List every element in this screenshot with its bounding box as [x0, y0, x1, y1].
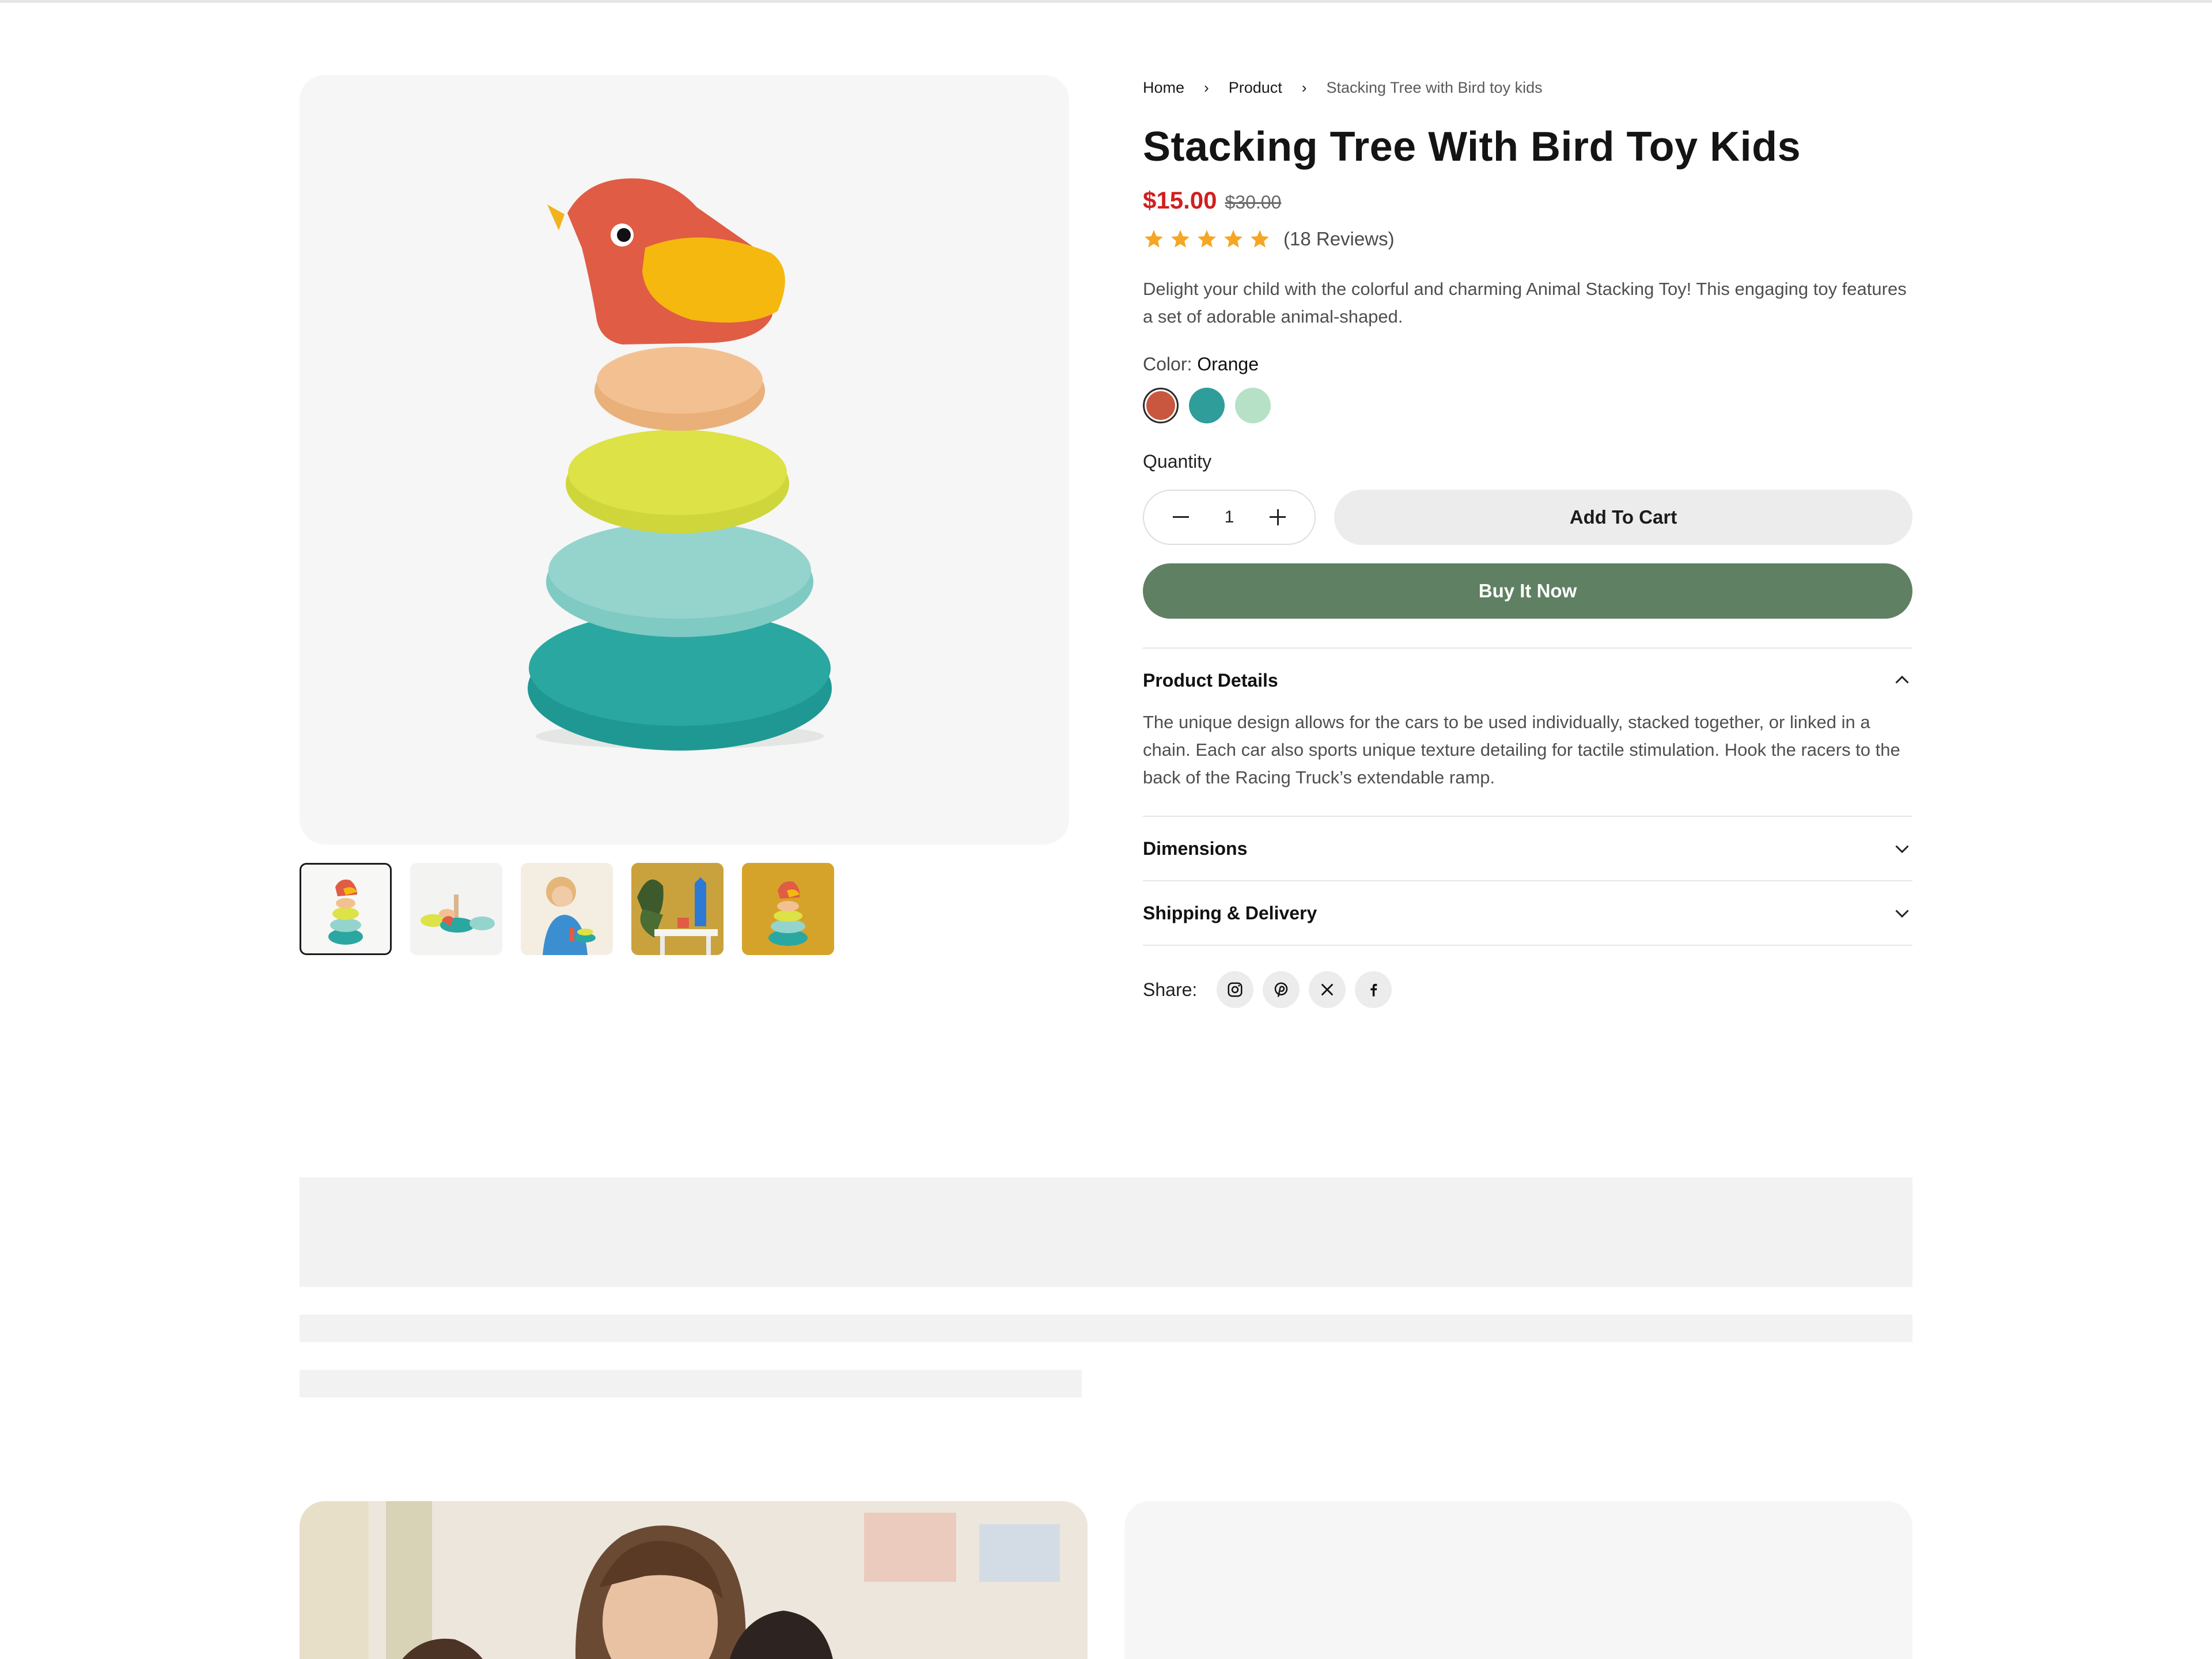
accordion-product-details[interactable]: Product Details [1143, 649, 1912, 712]
thumbnail-1[interactable] [300, 863, 392, 955]
color-swatches [1143, 388, 1912, 423]
skeleton-line [300, 1315, 1912, 1342]
plus-icon[interactable] [1267, 507, 1288, 528]
breadcrumb: Home › Product › Stacking Tree with Bird… [1143, 75, 1912, 100]
skeleton-line [300, 1370, 1082, 1397]
share-row: Share: [1143, 971, 1912, 1008]
pinterest-icon[interactable] [1263, 971, 1300, 1008]
thumbnail-2[interactable] [410, 863, 502, 955]
breadcrumb-home-link[interactable]: Home [1143, 79, 1184, 97]
star-icon [1198, 230, 1216, 248]
product-title: Stacking Tree With Bird Toy Kids [1143, 124, 1801, 170]
quantity-value[interactable]: 1 [1225, 507, 1234, 527]
swatch-orange[interactable] [1143, 388, 1179, 423]
quantity-label: Quantity [1143, 451, 1212, 472]
main-product-image[interactable] [300, 75, 1069, 844]
reviews-count-link[interactable]: (18 Reviews) [1283, 228, 1395, 250]
breadcrumb-product-link[interactable]: Product [1229, 79, 1282, 97]
star-icon [1224, 230, 1243, 248]
x-icon[interactable] [1309, 971, 1346, 1008]
facebook-icon[interactable] [1355, 971, 1392, 1008]
product-info: Home › Product › Stacking Tree with Bird… [1143, 75, 1912, 1008]
swatch-teal[interactable] [1189, 388, 1225, 423]
chevron-down-icon [1895, 910, 1909, 918]
share-label: Share: [1143, 979, 1198, 1000]
thumbnail-5[interactable] [742, 863, 834, 955]
chevron-right-icon: › [1204, 78, 1209, 96]
header-border [0, 0, 2212, 3]
star-icon [1145, 230, 1163, 248]
thumbnail-3[interactable] [521, 863, 613, 955]
color-label: Color: Orange [1143, 354, 1912, 375]
product-details-body: The unique design allows for the cars to… [1143, 712, 1900, 787]
add-to-cart-button[interactable]: Add To Cart [1334, 490, 1912, 545]
selected-color: Orange [1197, 354, 1259, 374]
accordion-title: Shipping & Delivery [1143, 902, 1317, 923]
price-row: $15.00 $30.00 [1143, 187, 1912, 214]
accordion-title: Dimensions [1143, 838, 1248, 859]
accordion-dimensions[interactable]: Dimensions [1143, 817, 1912, 880]
color-label-text: Color: [1143, 354, 1192, 374]
breadcrumb-current: Stacking Tree with Bird toy kids [1326, 78, 1543, 96]
quantity-stepper: 1 [1143, 490, 1316, 545]
buy-now-button[interactable]: Buy It Now [1143, 563, 1912, 619]
sale-price: $15.00 [1143, 187, 1217, 214]
instagram-icon[interactable] [1217, 971, 1254, 1008]
chevron-up-icon [1895, 675, 1909, 684]
chevron-right-icon: › [1301, 78, 1307, 96]
thumbnail-strip [300, 863, 834, 955]
star-icon [1171, 230, 1190, 248]
accordion-shipping[interactable]: Shipping & Delivery [1143, 881, 1912, 945]
compare-price: $30.00 [1225, 192, 1282, 213]
content-card [1124, 1501, 1912, 1659]
accordion-title: Product Details [1143, 669, 1278, 691]
rating: (18 Reviews) [1143, 228, 1912, 250]
chevron-down-icon [1895, 845, 1909, 854]
divider [1143, 945, 1912, 946]
skeleton-banner [300, 1177, 1912, 1287]
star-icon [1251, 230, 1269, 248]
lifestyle-image [300, 1501, 1088, 1659]
swatch-mint[interactable] [1235, 388, 1271, 423]
thumbnail-4[interactable] [631, 863, 724, 955]
minus-icon[interactable] [1171, 507, 1191, 528]
product-description: Delight your child with the colorful and… [1143, 279, 1907, 327]
buy-row: 1 Add To Cart [1143, 490, 1912, 545]
